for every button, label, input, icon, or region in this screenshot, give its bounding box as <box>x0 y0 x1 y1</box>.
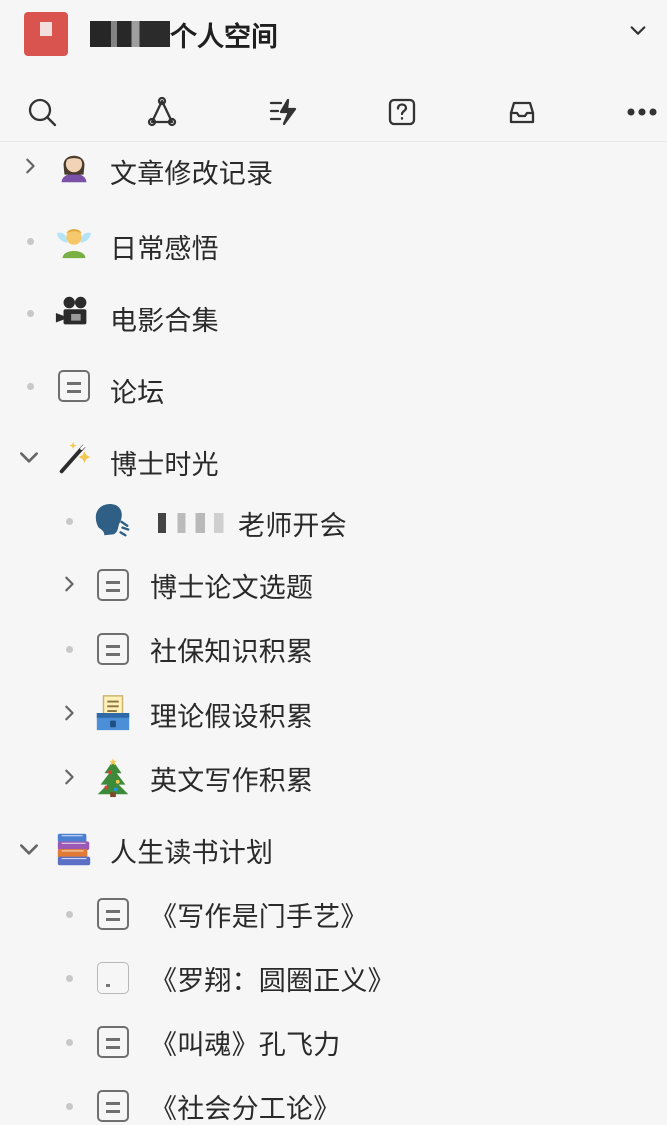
tree-item[interactable]: 《写作是门手艺》 <box>0 893 667 953</box>
tree-item-label: 人生读书计划 <box>110 837 274 869</box>
books-emoji-icon <box>53 829 95 871</box>
tree-item-label: 老师开会 <box>158 502 347 544</box>
tree-item[interactable]: 《社会分工论》 <box>0 1085 667 1125</box>
quick-actions-icon[interactable] <box>260 90 304 134</box>
tree-item-label: 《写作是门手艺》 <box>150 901 368 933</box>
fairy-emoji-icon <box>53 220 95 262</box>
tree-item[interactable]: 人生读书计划 <box>0 829 667 889</box>
tree-item-label: 社保知识积累 <box>150 636 314 668</box>
bullet-dot-icon <box>66 518 73 525</box>
bullet-dot-icon <box>27 238 34 245</box>
tree-item[interactable]: 《罗翔：圆圈正义》 <box>0 957 667 1017</box>
chevron-down-icon[interactable] <box>15 444 43 472</box>
tree-item[interactable]: 电影合集 <box>0 289 667 349</box>
document-icon <box>92 1085 134 1125</box>
tree-item-label: 博士时光 <box>110 449 219 481</box>
bullet-dot-icon <box>66 1103 73 1110</box>
speaking-head-emoji-icon <box>91 499 133 541</box>
redacted-name <box>90 21 170 47</box>
christmas-tree-emoji-icon <box>92 757 134 799</box>
tree-item-label: 英文写作积累 <box>150 765 314 797</box>
inbox-icon[interactable] <box>500 90 544 134</box>
tree-item[interactable]: 理论假设积累 <box>0 693 667 753</box>
blank-document-icon <box>92 957 134 999</box>
tree-item-label: 《叫魂》孔飞力 <box>150 1029 341 1061</box>
tree-item-label: 理论假设积累 <box>150 701 314 733</box>
chevron-down-icon[interactable] <box>629 22 647 40</box>
woman-emoji-icon <box>53 145 95 187</box>
tree-item-label: 博士论文选题 <box>150 572 314 604</box>
bullet-dot-icon <box>27 383 34 390</box>
space-avatar[interactable] <box>24 12 68 56</box>
tree-item-label: 《社会分工论》 <box>150 1093 341 1125</box>
tree-item[interactable]: 英文写作积累 <box>0 757 667 817</box>
tree-item[interactable]: 博士论文选题 <box>0 564 667 624</box>
bullet-dot-icon <box>66 1039 73 1046</box>
movie-camera-emoji-icon <box>53 292 95 334</box>
magic-wand-emoji-icon <box>53 437 95 479</box>
tree-item-label: 电影合集 <box>110 305 219 337</box>
tree-item[interactable]: 老师开会 <box>0 500 667 560</box>
document-icon <box>53 365 95 407</box>
document-icon <box>92 564 134 606</box>
chevron-right-icon[interactable] <box>55 570 83 598</box>
more-icon[interactable] <box>622 90 662 134</box>
space-header: 个人空间 <box>0 0 667 72</box>
tree-item-label: 论坛 <box>110 377 165 409</box>
document-icon <box>92 628 134 670</box>
tree-item[interactable]: 《叫魂》孔飞力 <box>0 1021 667 1081</box>
tree-item-label: 《罗翔：圆圈正义》 <box>150 965 395 997</box>
tree-item-label-text: 老师开会 <box>238 510 347 542</box>
help-icon[interactable] <box>380 90 424 134</box>
bullet-dot-icon <box>66 911 73 918</box>
toolbar <box>0 80 667 142</box>
chevron-right-icon[interactable] <box>55 763 83 791</box>
tree-item[interactable]: 文章修改记录 <box>0 143 667 203</box>
document-tree: 文章修改记录 日常感悟 电影合集 论坛 博士时光 老师开会 博士论文选题 社保知… <box>0 143 667 1125</box>
tree-item[interactable]: 日常感悟 <box>0 217 667 277</box>
tree-item[interactable]: 社保知识积累 <box>0 628 667 688</box>
search-icon[interactable] <box>20 90 64 134</box>
tree-item[interactable]: 论坛 <box>0 362 667 422</box>
space-title[interactable]: 个人空间 <box>90 12 278 56</box>
bullet-dot-icon <box>66 646 73 653</box>
redacted-name <box>158 513 236 533</box>
tree-item-label: 文章修改记录 <box>110 158 274 190</box>
chevron-right-icon[interactable] <box>55 699 83 727</box>
bullet-dot-icon <box>27 310 34 317</box>
space-title-text: 个人空间 <box>170 21 278 53</box>
graph-icon[interactable] <box>140 90 184 134</box>
document-icon <box>92 1021 134 1063</box>
chevron-down-icon[interactable] <box>15 836 43 864</box>
chevron-right-icon[interactable] <box>16 152 44 180</box>
bullet-dot-icon <box>66 975 73 982</box>
tree-item[interactable]: 博士时光 <box>0 434 667 494</box>
document-icon <box>92 893 134 935</box>
tree-item-label: 日常感悟 <box>110 233 219 265</box>
ballot-box-emoji-icon <box>92 692 134 734</box>
